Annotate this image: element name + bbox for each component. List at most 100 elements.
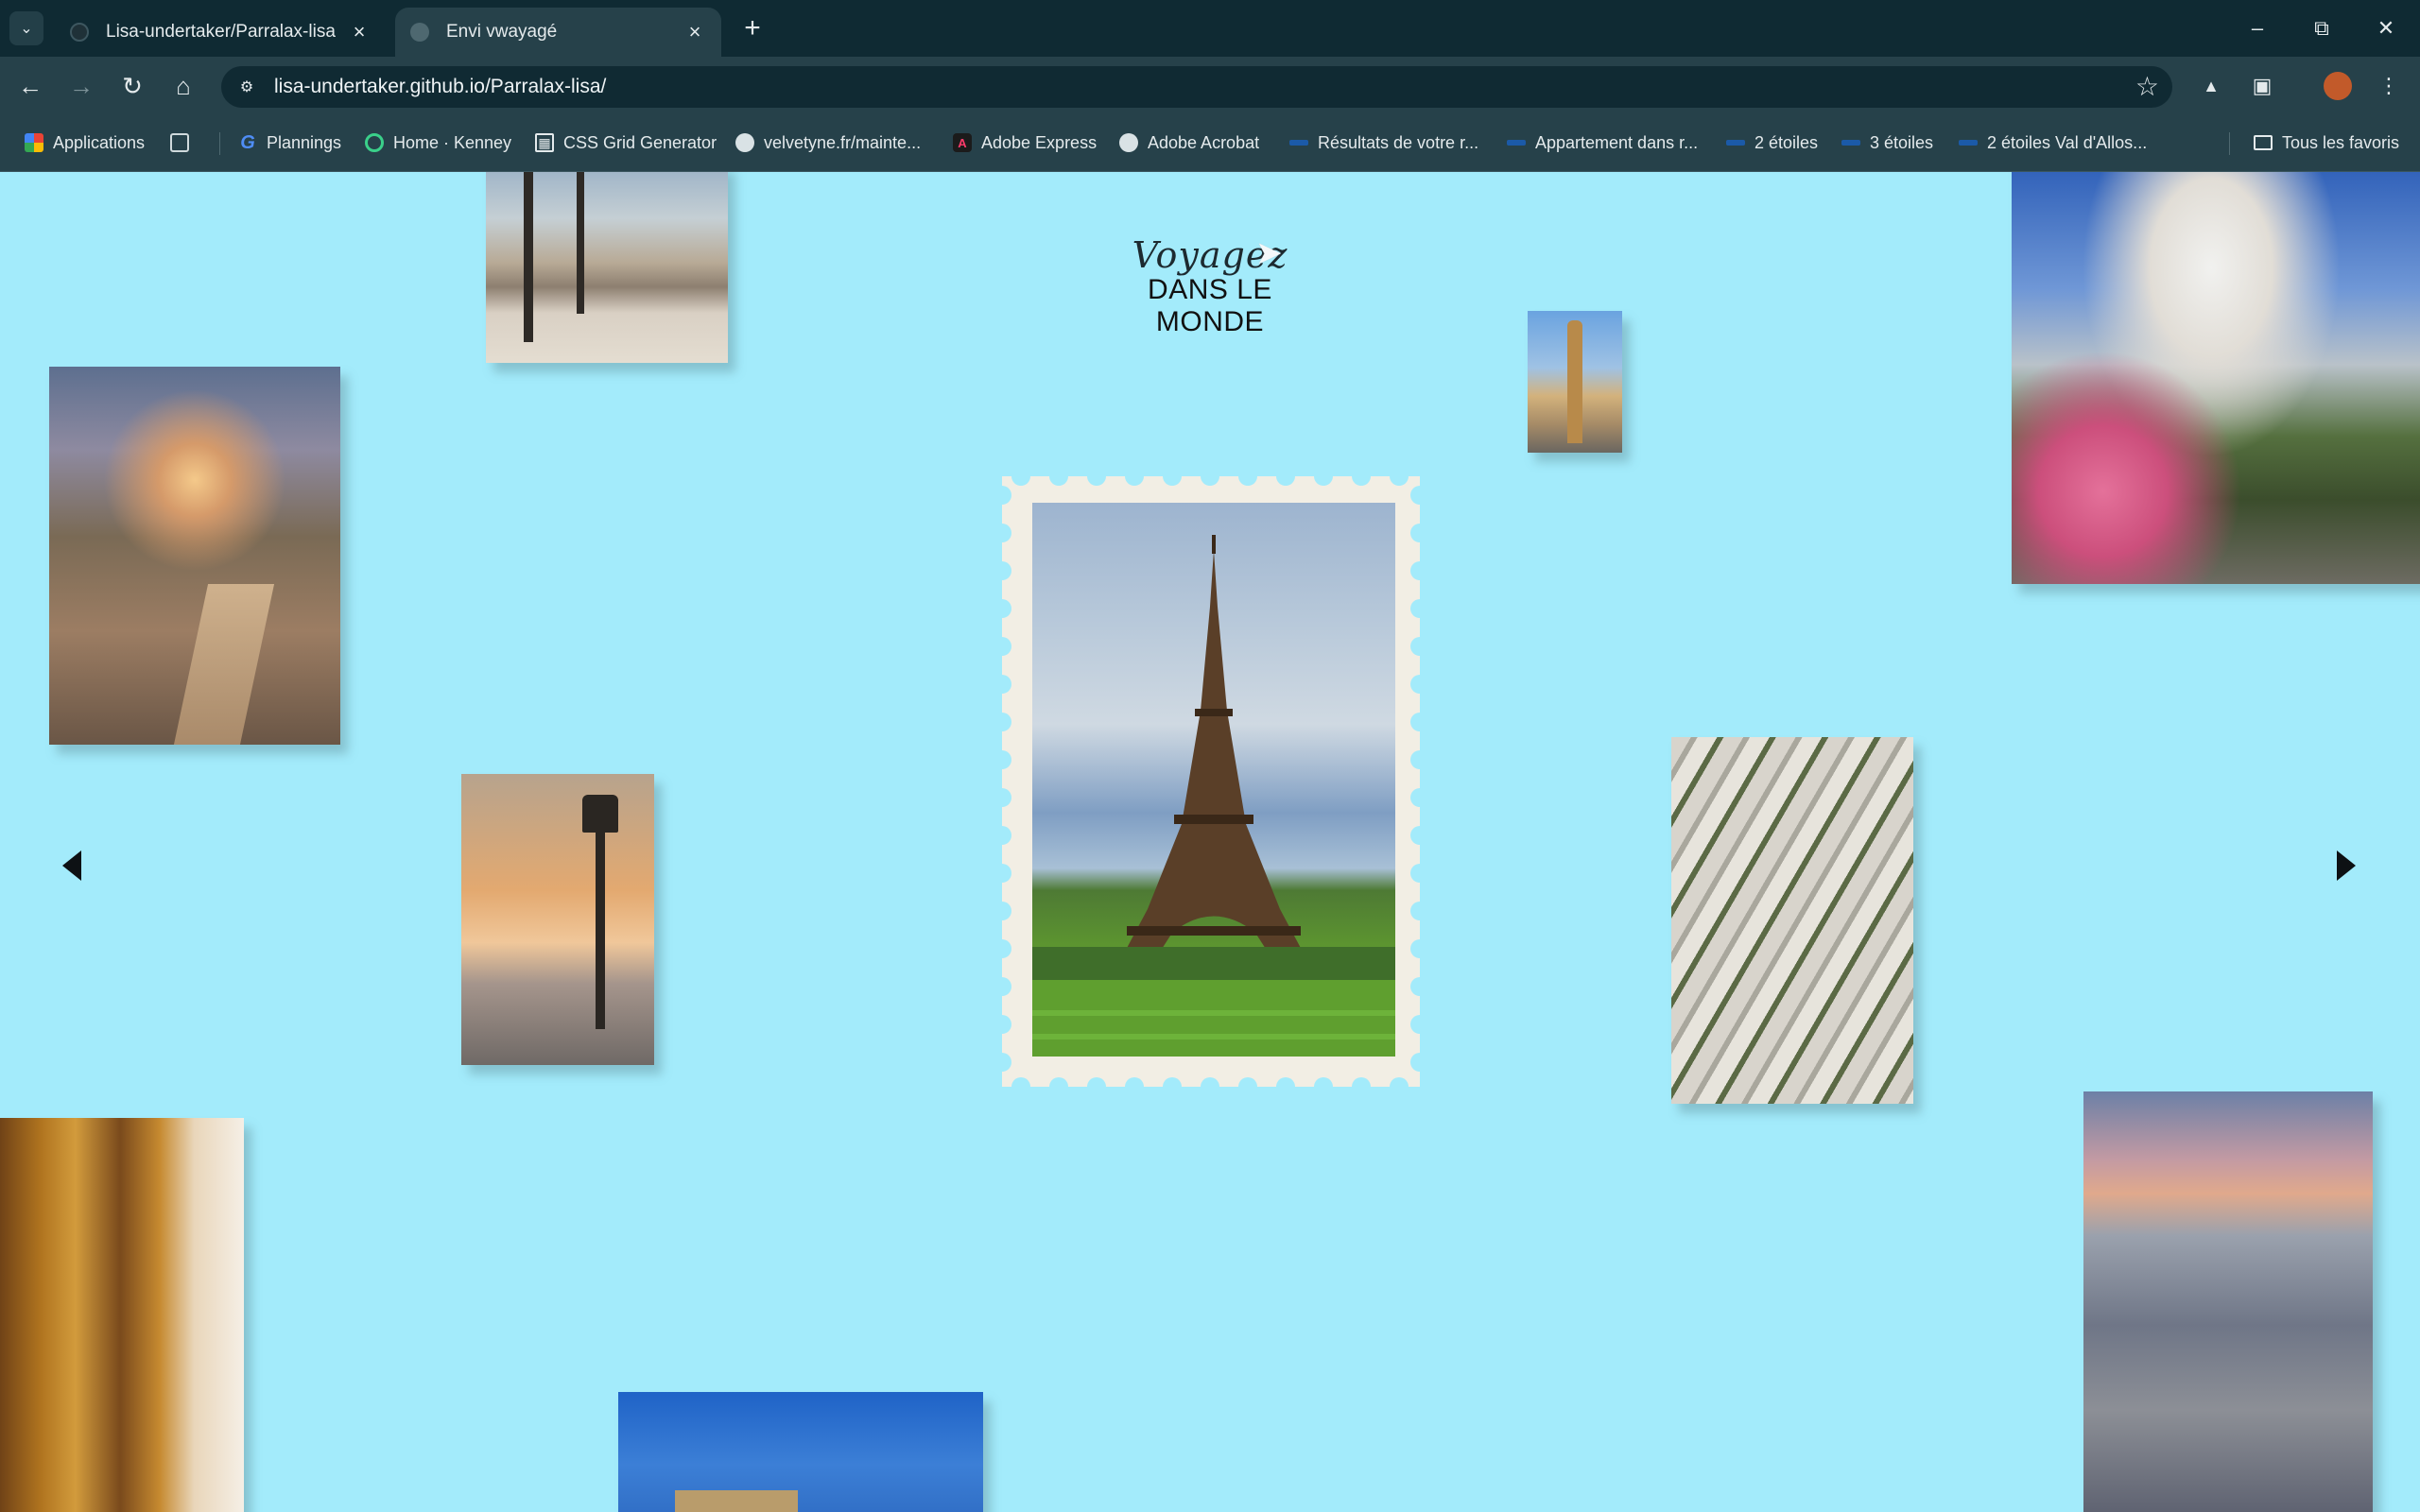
extension-bird-icon[interactable]: ▲ [2195, 70, 2227, 102]
eiffel-stamp [1002, 476, 1420, 1087]
stamp-perforation [1410, 561, 1420, 580]
tab-groups-icon [170, 133, 189, 152]
stamp-perforation [1410, 826, 1420, 845]
stamp-perforation [1201, 1077, 1219, 1087]
bookmark-label: velvetyne.fr/mainte... [764, 132, 922, 152]
new-tab-button[interactable]: + [735, 11, 769, 45]
bookmark-label: Tous les favoris [2282, 132, 2400, 152]
close-window-icon[interactable]: ✕ [2365, 8, 2407, 49]
folder-icon [2254, 135, 2273, 150]
stamp-perforation [1002, 864, 1011, 883]
stamp-perforation [1002, 1053, 1011, 1072]
bookmark-appartement[interactable]: Appartement dans r... [1507, 129, 1698, 157]
stamp-perforation [1011, 476, 1030, 486]
tab-envi-vwayage[interactable]: Envi vwayagé × [395, 8, 721, 57]
adobe-express-icon: A [953, 133, 972, 152]
tab-search-button[interactable]: ⌄ [9, 11, 43, 45]
forward-arrow-icon[interactable]: → [62, 67, 100, 105]
stamp-perforation [1002, 826, 1011, 845]
github-icon [70, 23, 89, 42]
stamp-photo [1032, 503, 1395, 1057]
stamp-perforation [1352, 1077, 1371, 1087]
home-icon[interactable]: ⌂ [164, 67, 202, 105]
close-tab-icon[interactable]: × [683, 20, 706, 44]
stamp-perforation [1011, 1077, 1030, 1087]
stamp-perforation [1002, 561, 1011, 580]
stamp-perforation [1087, 476, 1106, 486]
bookmark-val-dallos[interactable]: 2 étoiles Val d'Allos... [1959, 129, 2147, 157]
stamp-perforation [1410, 902, 1420, 920]
css-grid-icon: ▦ [535, 133, 554, 152]
paper-plane-icon: ➤ [1255, 235, 1283, 271]
stamp-perforation [1410, 524, 1420, 542]
stamp-perforation [1125, 1077, 1144, 1087]
stamp-perforation [1002, 977, 1011, 996]
bookmark-label: Home · Kenney [393, 132, 512, 152]
extensions-puzzle-icon[interactable]: ▣ [2246, 70, 2278, 102]
globe-icon [410, 23, 429, 42]
bookmark-plannings[interactable]: G Plannings [238, 129, 341, 157]
bookmark-css-grid[interactable]: ▦ CSS Grid Generator [535, 129, 717, 157]
stamp-perforation [1410, 637, 1420, 656]
restore-icon[interactable]: ⧉ [2301, 8, 2342, 49]
bookmark-kenney[interactable]: Home · Kenney [365, 129, 511, 157]
bookmark-label: 2 étoiles [1754, 132, 1819, 152]
next-arrow-button[interactable] [2329, 847, 2363, 885]
photo-arc-de-triomphe [618, 1392, 983, 1512]
photo-restaurant-facade [0, 1118, 244, 1512]
stamp-perforation [1410, 864, 1420, 883]
stamp-perforation [1002, 713, 1011, 731]
profile-avatar[interactable] [2324, 72, 2352, 100]
bookmark-star-icon[interactable]: ☆ [2135, 71, 2159, 102]
close-tab-icon[interactable]: × [348, 20, 371, 44]
bookmark-adobe-express[interactable]: A Adobe Express [953, 129, 1097, 157]
stamp-perforation [1276, 1077, 1295, 1087]
bookmark-velvetyne[interactable]: velvetyne.fr/mainte... [735, 129, 921, 157]
tab-github[interactable]: Lisa-undertaker/Parralax-lisa × [55, 8, 386, 57]
bookmark-separator [219, 132, 220, 155]
bookmark-label: Plannings [267, 132, 342, 152]
all-bookmarks-folder[interactable]: Tous les favoris [2254, 129, 2399, 157]
bookmark-tab-groups[interactable] [170, 129, 199, 157]
bookmark-label: Adobe Acrobat [1148, 132, 1260, 152]
bookmark-2-etoiles[interactable]: 2 étoiles [1726, 129, 1818, 157]
bookmark-label: CSS Grid Generator [563, 132, 717, 152]
previous-arrow-button[interactable] [55, 847, 89, 885]
stamp-perforation [1314, 476, 1333, 486]
bookmark-3-etoiles[interactable]: 3 étoiles [1841, 129, 1933, 157]
stamp-perforation [1002, 902, 1011, 920]
stamp-perforation [1002, 1015, 1011, 1034]
stamp-perforation [1410, 939, 1420, 958]
bookmark-resultats[interactable]: Résultats de votre r... [1289, 129, 1478, 157]
bookmark-adobe-acrobat[interactable]: Adobe Acrobat [1119, 129, 1259, 157]
url-text[interactable]: lisa-undertaker.github.io/Parralax-lisa/ [274, 76, 606, 98]
stamp-perforation [1125, 476, 1144, 486]
tab-title: Envi vwayagé [446, 22, 558, 42]
stamp-perforation [1163, 1077, 1182, 1087]
stamp-perforation [1410, 675, 1420, 694]
bookmark-applications[interactable]: Applications [25, 129, 145, 157]
stamp-perforation [1410, 1053, 1420, 1072]
minimize-icon[interactable]: – [2237, 8, 2278, 49]
back-arrow-icon[interactable]: ← [11, 67, 49, 105]
reload-icon[interactable]: ↻ [113, 67, 151, 105]
caret-left-icon [62, 850, 81, 881]
photo-street-lamp-sunset [461, 774, 654, 1065]
address-bar[interactable]: ⚙ lisa-undertaker.github.io/Parralax-lis… [221, 66, 2172, 108]
site-info-icon[interactable]: ⚙ [233, 73, 261, 101]
stamp-perforation [1201, 476, 1219, 486]
stamp-perforation [1002, 788, 1011, 807]
stamp-perforation [1410, 1015, 1420, 1034]
bookmark-separator [2229, 132, 2230, 155]
browser-toolbar: ← → ↻ ⌂ ⚙ lisa-undertaker.github.io/Parr… [0, 57, 2420, 115]
site-logo: Voyagez ➤ DANS LE MONDE [1097, 234, 1323, 338]
bookmarks-bar: Applications G Plannings Home · Kenney ▦… [0, 115, 2420, 172]
stamp-perforation [1002, 599, 1011, 618]
menu-kebab-icon[interactable]: ⋮ [2373, 70, 2405, 102]
eiffel-tower-illustration [1032, 535, 1395, 1057]
stamp-perforation [1002, 637, 1011, 656]
globe-icon [1119, 133, 1138, 152]
bookmark-label: 3 étoiles [1870, 132, 1934, 152]
stamp-perforation [1002, 750, 1011, 769]
bookmark-label: 2 étoiles Val d'Allos... [1987, 132, 2148, 152]
